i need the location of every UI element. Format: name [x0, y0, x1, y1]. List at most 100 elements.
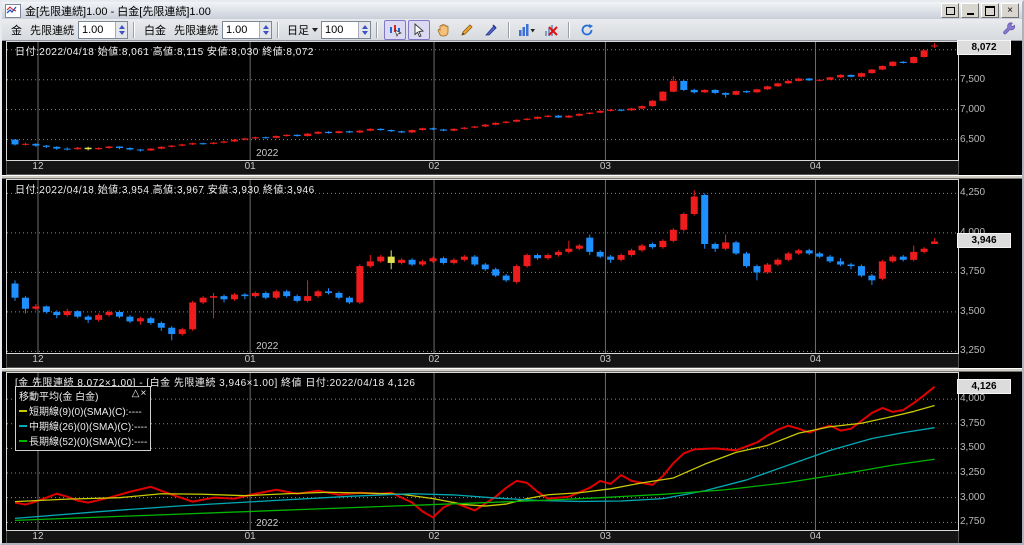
- spin-down-icon[interactable]: [262, 30, 269, 35]
- legend-label: 中期線(26)(0)(SMA)(C):----: [29, 422, 148, 433]
- period-label: 日足: [287, 24, 309, 37]
- sma-long-marker: [19, 439, 27, 442]
- titlebar[interactable]: 金[先限連続]1.00 - 白金[先限連続]1.00 ×: [2, 2, 1022, 19]
- month-label: 03: [599, 161, 611, 172]
- platinum-chart-plot[interactable]: [7, 180, 958, 353]
- pane-spread: [金 先限連続 8,072×1.00] - [白金 先限連続 3,946×1.0…: [2, 372, 1022, 543]
- gold-info-line: 日付:2022/04/18 始値:8,061 高値:8,115 安値:8,030…: [15, 47, 314, 58]
- restore-icon: [945, 4, 958, 15]
- legend-title: 移動平均(金 白金): [19, 392, 99, 403]
- maximize-icon: [985, 5, 995, 16]
- pane-gold: 日付:2022/04/18 始値:8,061 高値:8,115 安値:8,030…: [2, 40, 1022, 175]
- month-label: 04: [809, 531, 822, 542]
- spin-down-icon[interactable]: [361, 30, 368, 35]
- spin-up-icon[interactable]: [118, 24, 125, 29]
- month-label: 03: [599, 531, 611, 542]
- platinum-info-line: 日付:2022/04/18 始値:3,954 高値:3,967 安値:3,930…: [15, 185, 315, 196]
- platinum-last-price-tag: 3,946: [957, 233, 1011, 249]
- price-tick-label: 3,250: [960, 467, 986, 479]
- month-label: 02: [428, 354, 440, 365]
- price-tick-label: 6,500: [960, 133, 986, 145]
- month-label: 12: [32, 531, 44, 542]
- gold-daily-candles: [11, 42, 939, 152]
- platinum-plot-frame: 日付:2022/04/18 始値:3,954 高値:3,967 安値:3,930…: [6, 179, 959, 354]
- spinner-arrows[interactable]: [358, 21, 370, 38]
- bar-count-spinner[interactable]: 100: [321, 20, 371, 39]
- spin-up-icon[interactable]: [361, 24, 368, 29]
- platinum-daily-candles: [11, 190, 939, 341]
- close-icon: ×: [1007, 4, 1013, 16]
- spread-plot-frame: [金 先限連続 8,072×1.00] - [白金 先限連続 3,946×1.0…: [6, 372, 959, 531]
- year-label: 2022: [256, 148, 279, 159]
- gold-multiplier-value: 1.00: [82, 23, 104, 36]
- price-tick-label: 2,750: [960, 516, 986, 528]
- month-label: 01: [244, 354, 256, 365]
- hand-pan-icon[interactable]: [432, 20, 454, 40]
- gold-plot-frame: 日付:2022/04/18 始値:8,061 高値:8,115 安値:8,030…: [6, 41, 959, 161]
- platinum-price-axis: 3,250 3,500 3,750 4,000 4,250 3,946: [957, 179, 1020, 368]
- month-label: 04: [809, 161, 822, 172]
- gold-contract-label: 先限連続: [30, 24, 74, 37]
- pane-platinum: 日付:2022/04/18 始値:3,954 高値:3,967 安値:3,930…: [2, 179, 1022, 368]
- gold-multiplier-spinner[interactable]: 1.00: [78, 20, 128, 39]
- year-label: 2022: [256, 341, 279, 352]
- spread-last-value-tag: 4,126: [957, 378, 1011, 394]
- minimize-button[interactable]: [961, 3, 979, 18]
- price-tick-label: 7,000: [960, 103, 986, 115]
- gold-last-price-tag: 8,072: [957, 40, 1011, 55]
- gold-time-axis: 12 01 02 03 04: [6, 161, 959, 175]
- month-label: 12: [32, 354, 44, 365]
- toolbar: 金 先限連続 1.00 白金 先限連続 1.00 日足 100: [2, 19, 1022, 41]
- platinum-time-axis: 12 01 02 03 04: [6, 354, 959, 368]
- spinner-arrows[interactable]: [115, 21, 127, 38]
- trend-pen-icon[interactable]: [480, 20, 502, 40]
- platinum-contract-label: 先限連続: [174, 24, 218, 37]
- legend-row-short: 短期線(9)(0)(SMA)(C):----: [19, 403, 147, 418]
- spread-line: [14, 385, 936, 519]
- month-label: 02: [428, 161, 440, 172]
- spread-price-axis: 2,750 3,000 3,250 3,500 3,750 4,000 4,126: [957, 372, 1020, 543]
- delete-indicator-icon[interactable]: [540, 20, 562, 40]
- gold-chart-plot[interactable]: [7, 42, 958, 160]
- legend-close-button[interactable]: ×: [140, 388, 147, 399]
- spin-up-icon[interactable]: [262, 24, 269, 29]
- month-label: 01: [244, 531, 256, 542]
- float-window-button[interactable]: [941, 3, 959, 18]
- toolbar-separator: [508, 21, 510, 38]
- month-label: 12: [32, 161, 44, 172]
- legend-label: 短期線(9)(0)(SMA)(C):----: [29, 407, 142, 418]
- toolbar-separator: [277, 21, 279, 38]
- platinum-symbol-label: 白金: [144, 24, 166, 37]
- refresh-icon[interactable]: [576, 20, 598, 40]
- platinum-multiplier-value: 1.00: [226, 23, 248, 36]
- price-tick-label: 3,000: [960, 491, 986, 503]
- moving-average-legend[interactable]: 移動平均(金 白金) △× 短期線(9)(0)(SMA)(C):---- 中期線…: [15, 386, 152, 451]
- period-dropdown[interactable]: 日足: [287, 22, 318, 38]
- kline-cursor-icon[interactable]: [384, 19, 406, 40]
- indicator-chart-icon[interactable]: [516, 20, 538, 40]
- price-tick-label: 3,750: [960, 417, 986, 429]
- select-cursor-icon[interactable]: [408, 19, 430, 40]
- pencil-draw-icon[interactable]: [456, 20, 478, 40]
- legend-label: 長期線(52)(0)(SMA)(C):----: [29, 437, 148, 448]
- toolbar-separator: [376, 21, 378, 38]
- price-tick-label: 3,750: [960, 266, 986, 278]
- wrench-icon[interactable]: [1002, 22, 1016, 41]
- platinum-multiplier-spinner[interactable]: 1.00: [222, 20, 272, 39]
- toolbar-separator: [568, 21, 570, 38]
- window-title: 金[先限連続]1.00 - 白金[先限連続]1.00: [25, 5, 211, 18]
- maximize-button[interactable]: [981, 3, 999, 18]
- legend-row-long: 長期線(52)(0)(SMA)(C):----: [19, 433, 147, 448]
- price-tick-label: 3,250: [960, 345, 986, 357]
- spin-down-icon[interactable]: [118, 30, 125, 35]
- close-button[interactable]: ×: [1001, 3, 1019, 18]
- price-tick-label: 3,500: [960, 442, 986, 454]
- price-tick-label: 7,500: [960, 73, 986, 85]
- month-label: 03: [599, 354, 611, 365]
- spinner-arrows[interactable]: [259, 21, 271, 38]
- month-label: 01: [244, 161, 256, 172]
- chart-window: 金[先限連続]1.00 - 白金[先限連続]1.00 × 金 先限連続 1.00…: [0, 0, 1024, 545]
- price-tick-label: 4,250: [960, 187, 986, 199]
- legend-row-mid: 中期線(26)(0)(SMA)(C):----: [19, 418, 147, 433]
- month-label: 04: [809, 354, 822, 365]
